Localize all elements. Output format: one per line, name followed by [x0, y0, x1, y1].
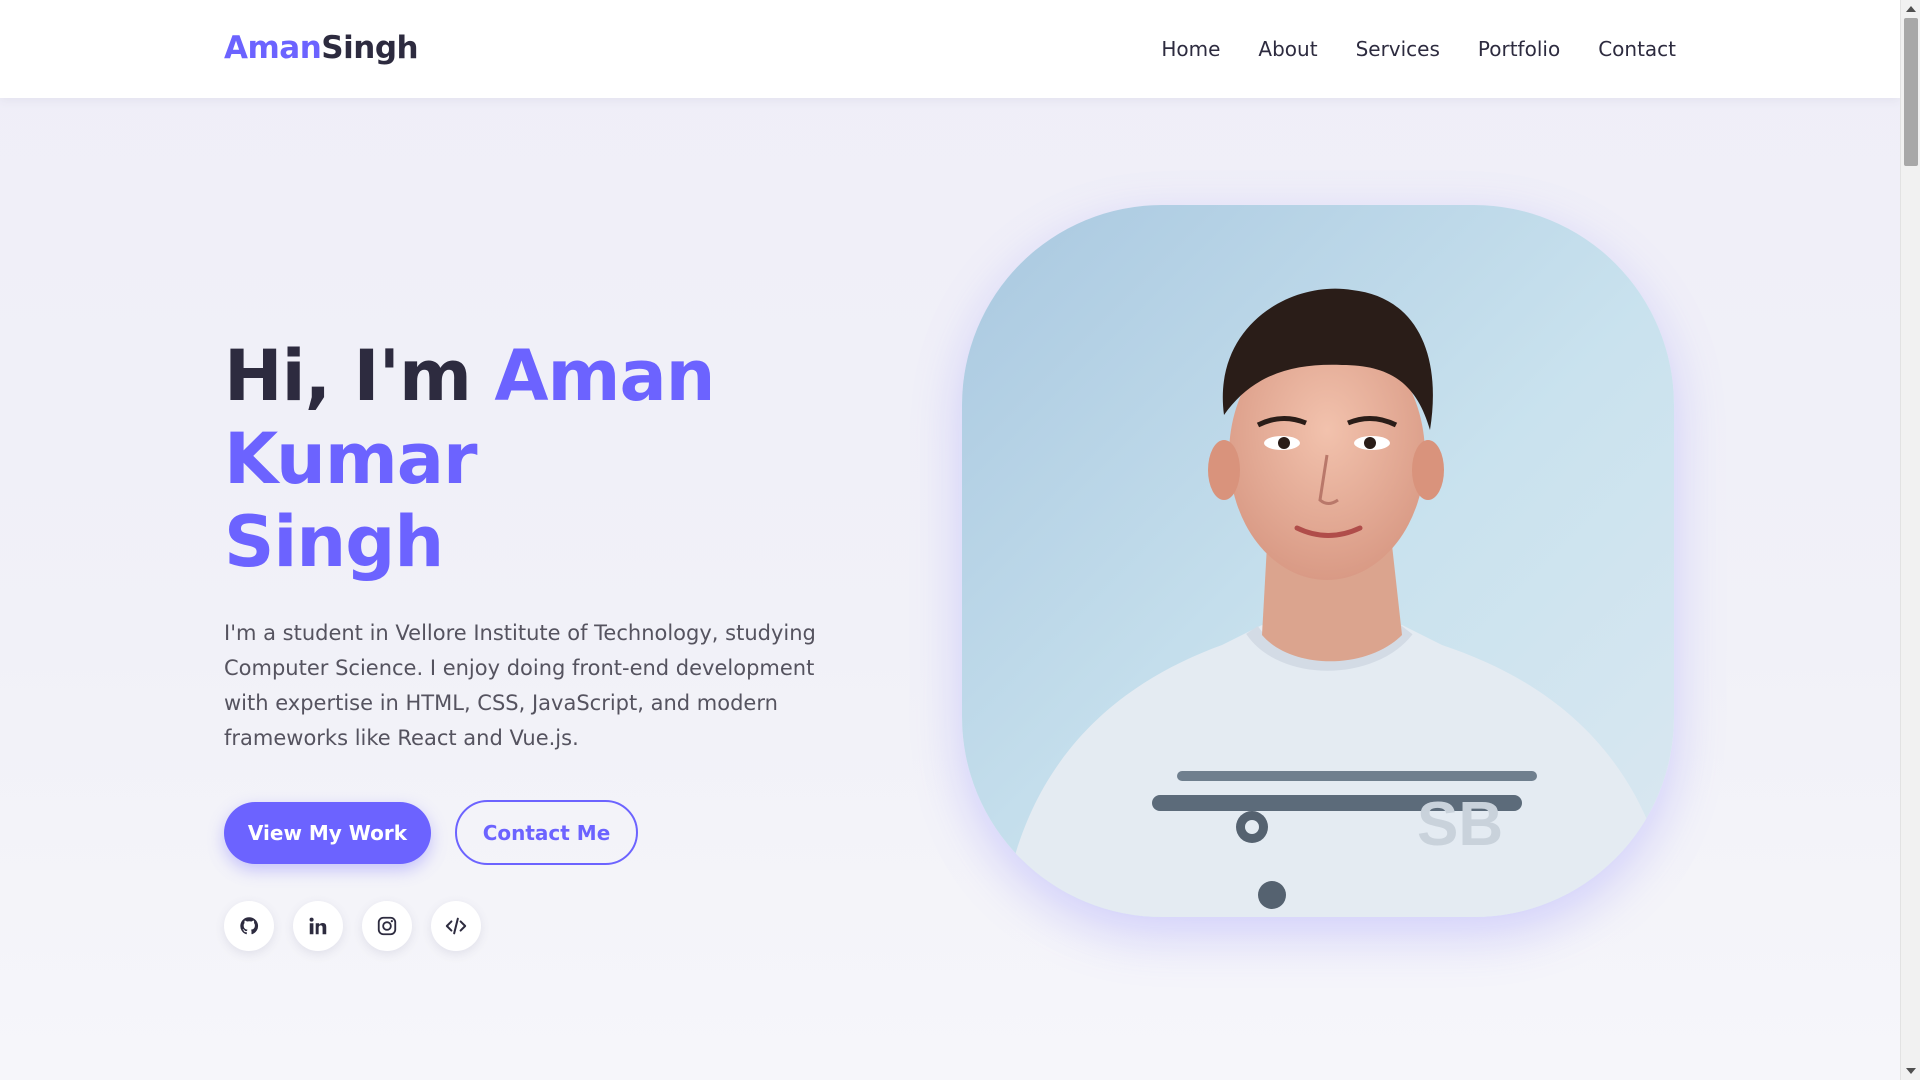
hero-intro: Hi, I'm Aman Kumar Singh I'm a student i… — [224, 335, 924, 951]
site-logo[interactable]: AmanSingh — [224, 30, 419, 66]
portfolio-page: AmanSingh Home About Services Portfolio … — [0, 0, 1900, 1080]
linkedin-link[interactable] — [293, 901, 343, 951]
instagram-link[interactable] — [362, 901, 412, 951]
shirt-print-text: SB — [1417, 790, 1503, 859]
social-links — [224, 901, 924, 951]
hero-description: I'm a student in Vellore Institute of Te… — [224, 621, 816, 750]
code-icon — [445, 917, 467, 935]
github-icon — [240, 917, 259, 935]
scrollbar-thumb[interactable] — [1904, 18, 1918, 166]
profile-portrait-illustration: SB — [962, 205, 1674, 917]
nav-links: Home About Services Portfolio Contact — [1161, 37, 1676, 61]
linkedin-icon — [309, 917, 327, 935]
nav-link-services[interactable]: Services — [1356, 37, 1440, 61]
scroll-up-icon[interactable] — [1906, 6, 1916, 12]
profile-photo: SB — [962, 205, 1674, 917]
page-scrollbar[interactable] — [1900, 0, 1920, 1080]
view-my-work-button[interactable]: View My Work — [224, 801, 431, 864]
hero-greeting: Hi, I'm — [224, 335, 495, 417]
hero-title: Hi, I'm Aman Kumar Singh — [224, 335, 924, 584]
github-link[interactable] — [224, 901, 274, 951]
logo-second-part: Singh — [321, 30, 419, 66]
navbar: AmanSingh Home About Services Portfolio … — [0, 0, 1900, 98]
code-link[interactable] — [431, 901, 481, 951]
scroll-down-icon[interactable] — [1906, 1068, 1916, 1074]
instagram-icon — [377, 916, 397, 936]
nav-link-portfolio[interactable]: Portfolio — [1478, 37, 1560, 61]
nav-link-contact[interactable]: Contact — [1598, 37, 1676, 61]
logo-first-part: Aman — [224, 30, 322, 66]
hero-name-last: Singh — [224, 501, 444, 583]
hero-buttons: View My Work Contact Me — [224, 800, 924, 865]
nav-link-about[interactable]: About — [1258, 37, 1317, 61]
contact-me-button[interactable]: Contact Me — [455, 800, 638, 865]
nav-link-home[interactable]: Home — [1161, 37, 1220, 61]
